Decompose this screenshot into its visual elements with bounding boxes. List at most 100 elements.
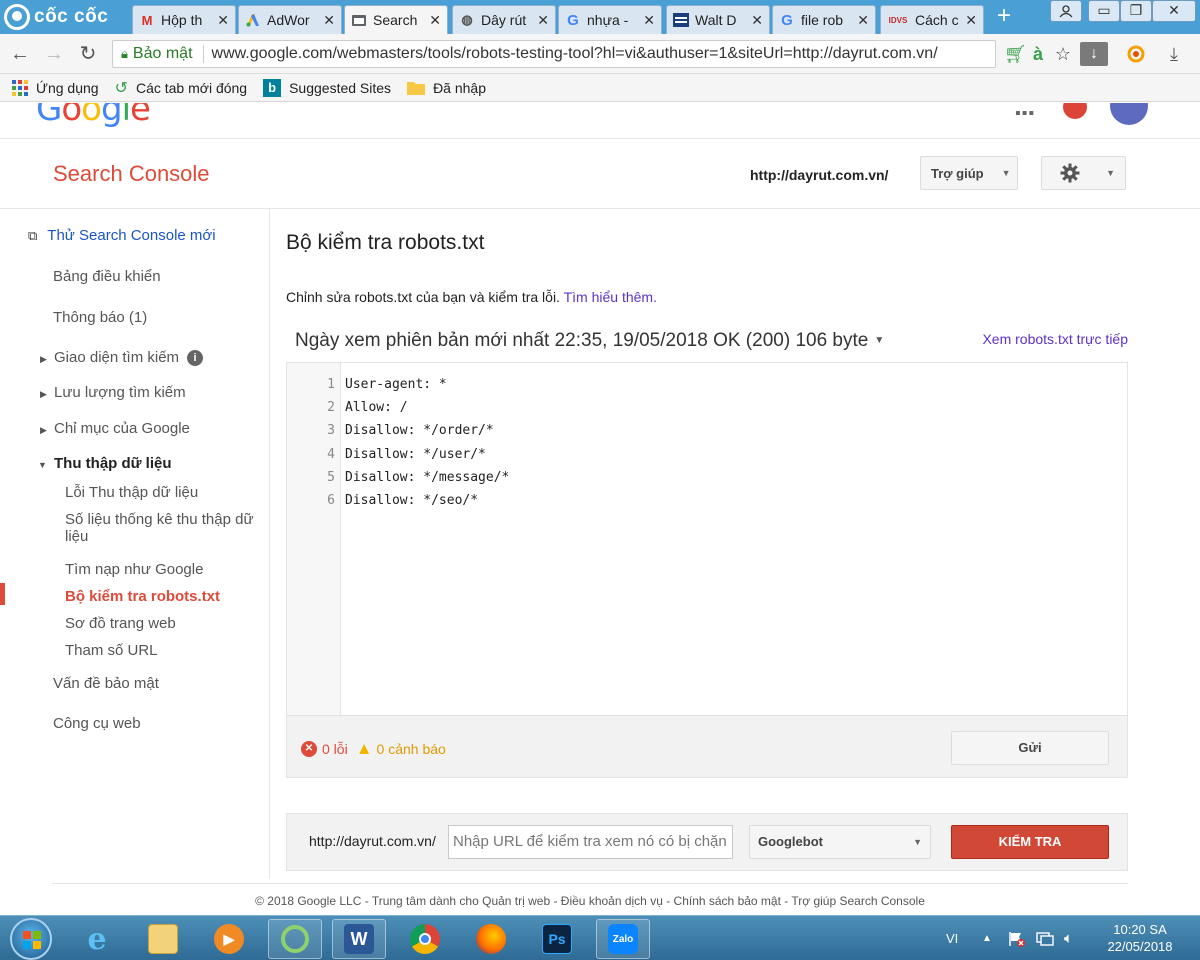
show-hidden-icons[interactable]: ▲	[982, 916, 992, 960]
close-window-button[interactable]: ✕	[1152, 0, 1196, 22]
browser-tab-google-file[interactable]: G file rob ✕	[772, 5, 876, 34]
live-robots-link[interactable]: Xem robots.txt trực tiếp	[982, 331, 1128, 347]
maximize-button[interactable]: ❐	[1120, 0, 1152, 22]
sidebar-item-security-issues[interactable]: Vấn đề bảo mật	[53, 675, 159, 692]
sidebar-item-messages[interactable]: Thông báo (1)	[53, 309, 147, 326]
coccoc-brand[interactable]: cốc cốc	[0, 0, 128, 34]
code-line[interactable]: 3 Disallow: */order/*	[287, 419, 509, 442]
bookmark-imported[interactable]: Đã nhập	[407, 80, 486, 96]
action-center-icon[interactable]	[1008, 916, 1026, 960]
network-icon[interactable]	[1036, 916, 1054, 960]
google-apps-icon[interactable]: ▪▪▪	[1015, 105, 1035, 123]
sidebar-item-fetch-as-google[interactable]: Tìm nạp như Google	[65, 561, 203, 578]
test-button[interactable]: KIỂM TRA	[951, 825, 1109, 859]
google-top-bar: Google ▪▪▪	[0, 103, 1200, 139]
sidebar-item-search-appearance[interactable]: ▶ Giao diện tìm kiếm i	[40, 349, 204, 366]
sidebar-item-new-console[interactable]: ⧉ Thử Search Console mới	[28, 227, 216, 244]
app-title[interactable]: Search Console	[53, 161, 210, 187]
close-icon[interactable]: ✕	[537, 12, 549, 29]
minimize-button[interactable]: ▭	[1088, 0, 1120, 22]
back-button[interactable]: ←	[8, 42, 32, 66]
google-logo[interactable]: Google	[36, 103, 151, 129]
code-line[interactable]: 2 Allow: /	[287, 396, 509, 419]
notifications-icon[interactable]	[1063, 103, 1087, 119]
taskbar-zalo[interactable]: Zalo	[596, 919, 650, 959]
translate-icon[interactable]: à	[1030, 42, 1046, 66]
code-line[interactable]: 1 User-agent: *	[287, 373, 509, 396]
robots-editor[interactable]: 1 User-agent: * 2 Allow: / 3 Disallow: */orde…	[286, 362, 1128, 716]
new-tab-button[interactable]: +	[990, 4, 1018, 30]
close-icon[interactable]: ✕	[857, 12, 869, 29]
sidebar-item-web-tools[interactable]: Công cụ web	[53, 715, 141, 732]
taskbar-firefox[interactable]	[464, 919, 518, 959]
internet-explorer-icon: e	[87, 921, 107, 957]
profile-button[interactable]	[1050, 0, 1082, 22]
browser-tab-adwords[interactable]: AdWor ✕	[238, 5, 342, 34]
bookmark-recent-tabs[interactable]: ↺ Các tab mới đóng	[115, 78, 248, 98]
browser-tab-dayrut[interactable]: ◍ Dây rút ✕	[452, 5, 556, 34]
info-icon[interactable]: i	[187, 350, 204, 366]
system-clock[interactable]: 10:20 SA 22/05/2018	[1095, 921, 1185, 955]
reload-button[interactable]: ↻	[76, 42, 100, 66]
code-line[interactable]: 4 Disallow: */user/*	[287, 443, 509, 466]
sidebar-item-dashboard[interactable]: Bảng điều khiển	[53, 268, 161, 285]
page-description: Chỉnh sửa robots.txt của bạn và kiểm tra…	[286, 289, 657, 305]
sidebar-item-robots-tester[interactable]: Bộ kiểm tra robots.txt	[65, 588, 220, 605]
bookmark-suggested-sites[interactable]: b Suggested Sites	[263, 78, 391, 97]
bookmark-star-icon[interactable]: ☆	[1052, 42, 1074, 66]
volume-icon[interactable]: 🔈︎	[1064, 916, 1073, 960]
word-icon: W	[344, 924, 374, 954]
taskbar-coccoc[interactable]	[268, 919, 322, 959]
close-icon[interactable]: ✕	[217, 12, 229, 29]
language-indicator[interactable]: VI	[946, 916, 958, 960]
bookmark-apps[interactable]: Ứng dụng	[12, 79, 99, 96]
browser-tab-walt[interactable]: Walt D ✕	[666, 5, 770, 34]
sidebar-item-sitemaps[interactable]: Sơ đồ trang web	[65, 615, 176, 632]
taskbar-chrome[interactable]	[398, 919, 452, 959]
close-icon[interactable]: ✕	[643, 12, 655, 29]
learn-more-link[interactable]: Tìm hiểu thêm.	[564, 289, 657, 305]
browser-tab-idvs[interactable]: IDVS Cách c ✕	[880, 5, 984, 34]
help-button[interactable]: Trợ giúp ▼	[920, 156, 1018, 190]
settings-button[interactable]: ▼	[1041, 156, 1126, 190]
start-button[interactable]	[10, 918, 52, 960]
sidebar-item-label: Chỉ mục của Google	[54, 420, 190, 437]
site-selector[interactable]: http://dayrut.com.vn/	[750, 167, 888, 183]
close-icon[interactable]: ✕	[751, 12, 763, 29]
taskbar-file-explorer[interactable]	[136, 919, 190, 959]
sidebar-item-search-traffic[interactable]: ▶ Lưu lượng tìm kiếm	[40, 384, 186, 401]
code-line[interactable]: 5 Disallow: */message/*	[287, 466, 509, 489]
test-url-input[interactable]: Nhập URL để kiểm tra xem nó có bị chặn	[448, 825, 733, 859]
page-footer: © 2018 Google LLC - Trung tâm dành cho Q…	[52, 883, 1128, 908]
download-icon[interactable]: ↓	[1080, 42, 1108, 66]
browser-tab-google-nhua[interactable]: G nhựa - ✕	[558, 5, 662, 34]
line-text: User-agent: *	[345, 377, 447, 392]
address-bar: ← → ↻ 🔒︎ Bảo mật www.google.com/webmaste…	[0, 34, 1200, 74]
line-number: 2	[327, 400, 335, 416]
sidebar-item-crawl-stats[interactable]: Số liệu thống kê thu thập dữ liệu	[65, 511, 254, 545]
taskbar-internet-explorer[interactable]: e	[70, 919, 124, 959]
browser-tab-gmail[interactable]: M Hộp th ✕	[132, 5, 236, 34]
user-agent-select[interactable]: Googlebot ▼	[749, 825, 931, 859]
line-number: 5	[327, 469, 335, 485]
forward-button[interactable]: →	[42, 42, 66, 66]
taskbar-media-player[interactable]: ▶	[202, 919, 256, 959]
taskbar-photoshop[interactable]: Ps	[530, 919, 584, 959]
taskbar-word[interactable]: W	[332, 919, 386, 959]
sidebar-item-url-parameters[interactable]: Tham số URL	[65, 642, 158, 659]
code-line[interactable]: 6 Disallow: */seo/*	[287, 489, 509, 512]
submit-button[interactable]: Gửi	[951, 731, 1109, 765]
sidebar-item-crawl-errors[interactable]: Lỗi Thu thập dữ liệu	[65, 484, 198, 501]
close-icon[interactable]: ✕	[429, 12, 441, 29]
sidebar-item-crawl[interactable]: ▼ Thu thập dữ liệu	[38, 455, 172, 472]
avatar[interactable]	[1110, 103, 1148, 125]
close-icon[interactable]: ✕	[965, 12, 977, 29]
url-field[interactable]: 🔒︎ Bảo mật www.google.com/webmasters/too…	[112, 40, 996, 68]
coccoc-extension-icon[interactable]	[1124, 42, 1148, 66]
cart-icon[interactable]: 🛒︎	[1004, 42, 1027, 66]
sidebar-item-google-index[interactable]: ▶ Chỉ mục của Google	[40, 420, 190, 437]
save-download-icon[interactable]: ⤓	[1162, 42, 1186, 66]
browser-tab-search-console[interactable]: Search ✕	[344, 5, 448, 34]
version-dropdown[interactable]: Ngày xem phiên bản mới nhất 22:35, 19/05…	[295, 330, 884, 352]
close-icon[interactable]: ✕	[323, 12, 335, 29]
